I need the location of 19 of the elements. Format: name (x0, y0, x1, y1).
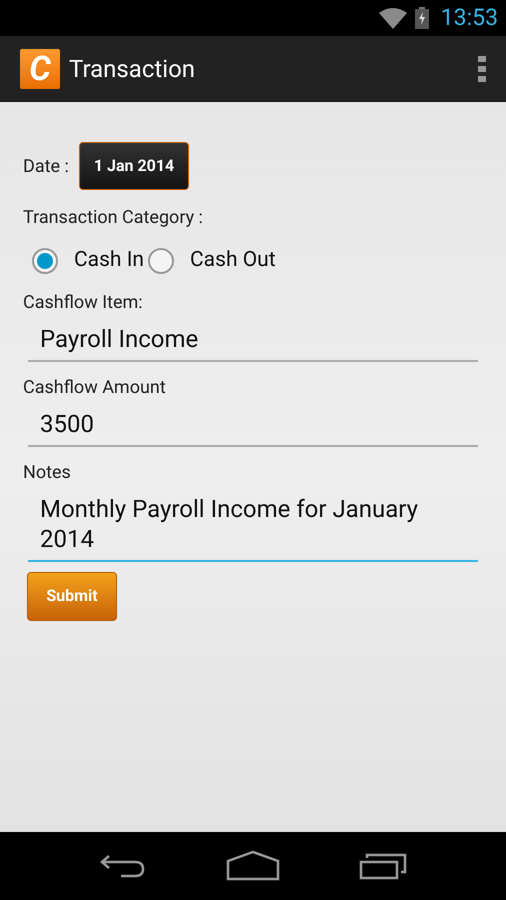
category-label: Transaction Category : (23, 206, 204, 230)
input-field[interactable]: 3500 (28, 408, 478, 446)
wifi-icon (378, 7, 407, 29)
battery-icon (414, 7, 429, 29)
input-field[interactable]: Monthly Payroll Income for January 2014 (28, 494, 478, 562)
clock: 13:53 (440, 2, 498, 33)
date-label: Date : (23, 154, 69, 178)
input-field[interactable]: Payroll Income (28, 324, 478, 362)
radio-option[interactable]: Cash In (32, 245, 144, 276)
overflow-menu-icon[interactable] (478, 56, 486, 82)
home-icon[interactable] (226, 851, 280, 881)
field-label: Notes (23, 460, 72, 484)
app-logo: C (20, 48, 60, 88)
field-label: Cashflow Amount (23, 376, 167, 400)
field-label: Cashflow Item: (23, 290, 144, 314)
date-button[interactable]: 1 Jan 2014 (78, 142, 190, 190)
screen-title: Transaction (69, 54, 196, 84)
recent-apps-icon[interactable] (358, 852, 407, 880)
radio-option[interactable]: Cash Out (148, 245, 276, 276)
